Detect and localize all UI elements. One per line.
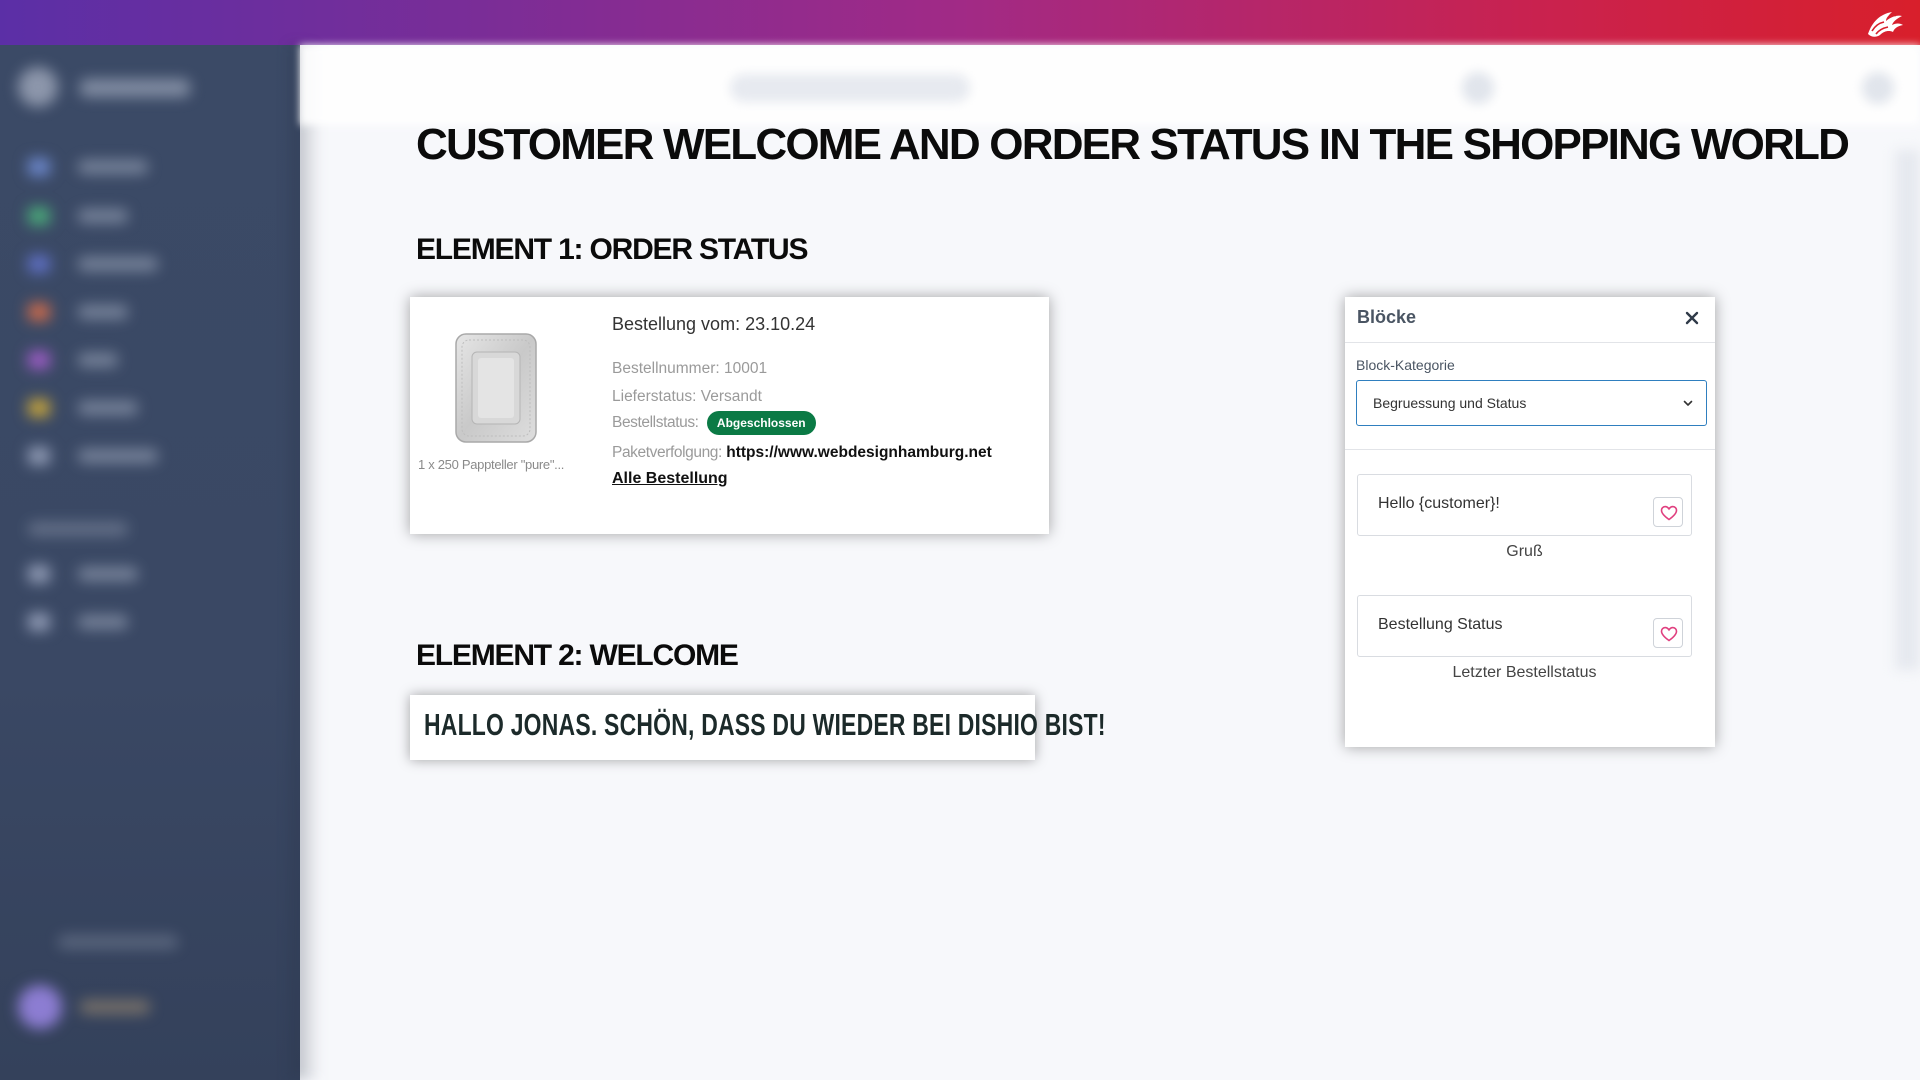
order-date: Bestellung vom: 23.10.24 bbox=[612, 314, 816, 334]
category-label: Block-Kategorie bbox=[1356, 357, 1455, 373]
block-card-order-status[interactable]: Bestellung Status bbox=[1357, 595, 1692, 657]
block-card-greeting[interactable]: Hello {customer}! bbox=[1357, 474, 1692, 536]
order-status-label: Bestellstatus: bbox=[612, 414, 699, 432]
block-text: Bestellung Status bbox=[1378, 616, 1503, 633]
heart-icon bbox=[1660, 626, 1678, 642]
section-heading-welcome: ELEMENT 2: WELCOME bbox=[416, 639, 739, 672]
close-icon bbox=[1685, 311, 1699, 325]
category-select[interactable]: Begruessung und Status bbox=[1356, 380, 1707, 426]
page-title: CUSTOMER WELCOME AND ORDER STATUS IN THE… bbox=[416, 120, 1850, 169]
block-caption: Letzter Bestellstatus bbox=[1452, 664, 1597, 681]
product-caption: 1 x 250 Pappteller "pure"... bbox=[418, 457, 565, 472]
all-orders-link[interactable]: Alle Bestellung bbox=[612, 470, 728, 488]
delivery-status: Lieferstatus: Versandt bbox=[612, 388, 762, 405]
tracking-link[interactable]: https://www.webdesignhamburg.net bbox=[726, 444, 992, 461]
welcome-text: HALLO JONAS. SCHÖN, DASS DU WIEDER BEI D… bbox=[424, 707, 1106, 742]
block-caption: Gruß bbox=[1506, 543, 1543, 560]
close-button[interactable] bbox=[1679, 305, 1705, 331]
order-status-card: 1 x 250 Pappteller "pure"... Bestellung … bbox=[410, 297, 1049, 534]
chevron-down-icon bbox=[1683, 400, 1693, 406]
dragon-logo-icon bbox=[1868, 12, 1903, 37]
favorite-button[interactable] bbox=[1653, 618, 1683, 648]
panel-divider bbox=[1345, 449, 1715, 450]
heart-icon bbox=[1660, 505, 1678, 521]
blocks-panel: Blöcke Block-Kategorie Begruessung und S… bbox=[1345, 297, 1715, 747]
panel-header: Blöcke bbox=[1345, 297, 1715, 343]
section-heading-order-status: ELEMENT 1: ORDER STATUS bbox=[416, 233, 809, 266]
panel-title: Blöcke bbox=[1357, 307, 1417, 327]
status-badge: Abgeschlossen bbox=[706, 411, 816, 435]
welcome-banner: HALLO JONAS. SCHÖN, DASS DU WIEDER BEI D… bbox=[410, 695, 1106, 760]
tracking-row: Paketverfolgung: https://www.webdesignha… bbox=[612, 444, 992, 462]
top-bar bbox=[0, 0, 1920, 45]
product-image bbox=[455, 333, 537, 443]
category-selected-value: Begruessung und Status bbox=[1373, 395, 1527, 411]
tracking-label: Paketverfolgung: bbox=[612, 444, 722, 461]
order-number: Bestellnummer: 10001 bbox=[612, 360, 768, 377]
block-text: Hello {customer}! bbox=[1378, 495, 1500, 512]
sidebar bbox=[0, 45, 300, 1080]
favorite-button[interactable] bbox=[1653, 497, 1683, 527]
order-status-row: Bestellstatus: Abgeschlossen bbox=[612, 411, 816, 435]
